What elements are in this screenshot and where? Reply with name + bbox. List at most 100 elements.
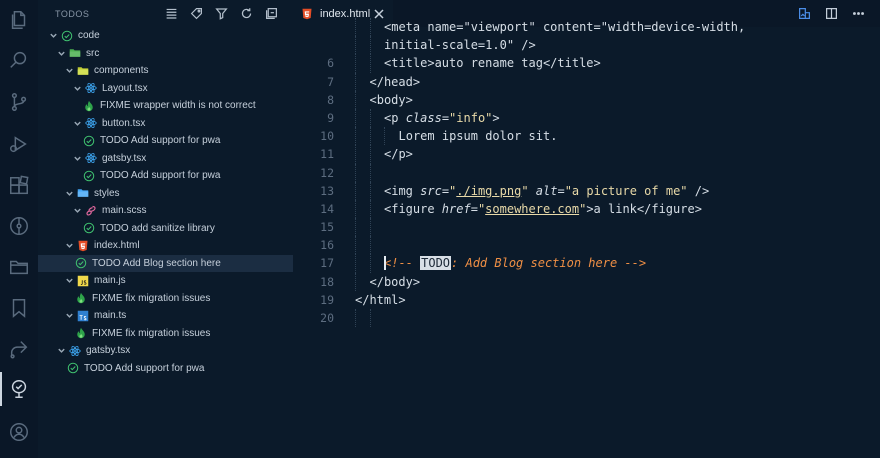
project-folder-icon[interactable] bbox=[7, 255, 31, 279]
chevron-down-icon[interactable] bbox=[64, 276, 74, 286]
tree-folder-item[interactable]: src bbox=[38, 45, 293, 63]
tree-item-label: TODO Add Blog section here bbox=[92, 257, 221, 269]
tree-item-label: FIXME fix migration issues bbox=[92, 292, 211, 304]
code-token: Lorem ipsum dolor sit. bbox=[398, 129, 558, 144]
tree-file-item[interactable]: gatsby.tsx bbox=[38, 150, 293, 168]
line-number: 16 bbox=[320, 238, 334, 253]
todo-item[interactable]: FIXME wrapper width is not correct bbox=[38, 97, 293, 115]
code-line: <meta name="viewport" content="width=dev… bbox=[293, 18, 880, 37]
todo-item[interactable]: TODO Add support for pwa bbox=[38, 360, 293, 378]
indent-guide bbox=[369, 199, 371, 219]
indent-guide bbox=[355, 163, 356, 182]
tag-filter-icon[interactable] bbox=[189, 6, 204, 21]
code-line: 8 <body> bbox=[293, 90, 880, 109]
source-control-icon[interactable] bbox=[7, 90, 31, 114]
code-token: src bbox=[420, 183, 442, 198]
code-line: 13 <img src="./img.png" alt="a picture of… bbox=[293, 181, 880, 200]
bookmark-icon[interactable] bbox=[7, 296, 31, 320]
todo-tree-sidebar: TODOS code src components Layout.tsx FIXME w… bbox=[38, 0, 293, 458]
tree-file-item[interactable]: gatsby.tsx bbox=[38, 342, 293, 360]
tree-file-item[interactable]: main.scss bbox=[38, 202, 293, 220]
collapse-all-icon[interactable] bbox=[264, 6, 279, 21]
todo-item[interactable]: FIXME fix migration issues bbox=[38, 325, 293, 343]
chevron-down-icon[interactable] bbox=[48, 31, 58, 41]
todo-item[interactable]: TODO Add support for pwa bbox=[38, 167, 293, 185]
tree-file-item[interactable]: main.js bbox=[38, 272, 293, 290]
code-token: </body> bbox=[369, 274, 421, 289]
code-text: </p> bbox=[384, 145, 413, 163]
code-text: <img src="./img.png" alt="a picture of m… bbox=[384, 182, 709, 200]
filter-icon[interactable] bbox=[214, 6, 229, 21]
indent-guide bbox=[369, 218, 371, 237]
tree-file-item[interactable]: Layout.tsx bbox=[38, 80, 293, 98]
code-line: 20 bbox=[293, 309, 880, 328]
account-icon[interactable] bbox=[7, 420, 31, 444]
code-line: 11 </p> bbox=[293, 145, 880, 164]
code-text: initial-scale=1.0" /> bbox=[384, 36, 536, 54]
indent-guide bbox=[355, 54, 356, 73]
tree-item-label: button.tsx bbox=[102, 117, 146, 129]
code-line: 10 Lorem ipsum dolor sit. bbox=[293, 127, 880, 146]
chevron-down-icon[interactable] bbox=[72, 206, 82, 216]
react-icon bbox=[84, 117, 97, 130]
code-token: TODO bbox=[420, 256, 452, 271]
todo-tree: code src components Layout.tsx FIXME wrapper… bbox=[38, 27, 293, 377]
code-editor[interactable]: <meta name="viewport" content="width=dev… bbox=[293, 18, 880, 328]
todo-item[interactable]: TODO Add Blog section here bbox=[38, 254, 293, 272]
code-text: </html> bbox=[355, 291, 406, 309]
chevron-down-icon[interactable] bbox=[72, 83, 82, 93]
chevron-down-icon[interactable] bbox=[72, 153, 82, 163]
tree-folder-item[interactable]: styles bbox=[38, 185, 293, 203]
chevron-down-icon[interactable] bbox=[64, 66, 74, 76]
code-token: <title>auto rename tag</title> bbox=[384, 56, 601, 71]
line-number: 19 bbox=[320, 292, 334, 307]
line-number: 11 bbox=[320, 147, 334, 162]
tree-view-icon[interactable] bbox=[164, 6, 179, 21]
code-token: = bbox=[441, 110, 450, 125]
typescript-icon bbox=[76, 309, 89, 322]
javascript-icon bbox=[76, 274, 89, 287]
code-token: ./img.png bbox=[456, 183, 522, 198]
chevron-down-icon[interactable] bbox=[72, 118, 82, 128]
indent-guide bbox=[355, 145, 356, 164]
line-number: 9 bbox=[327, 110, 334, 125]
explorer-files-icon[interactable] bbox=[7, 8, 31, 32]
todo-item[interactable]: FIXME fix migration issues bbox=[38, 290, 293, 308]
code-token: <meta name="viewport" content="width=dev… bbox=[384, 20, 746, 34]
remote-share-icon[interactable] bbox=[7, 337, 31, 361]
tree-file-item[interactable]: button.tsx bbox=[38, 115, 293, 133]
indent-guide bbox=[355, 108, 356, 128]
chevron-down-icon[interactable] bbox=[64, 311, 74, 321]
chevron-down-icon[interactable] bbox=[64, 188, 74, 198]
todo-tree-icon[interactable] bbox=[7, 377, 31, 401]
run-debug-icon[interactable] bbox=[7, 132, 31, 156]
gitlens-icon[interactable] bbox=[7, 214, 31, 238]
indent-guide bbox=[355, 236, 356, 255]
tree-file-item[interactable]: main.ts bbox=[38, 307, 293, 325]
refresh-icon[interactable] bbox=[239, 6, 254, 21]
react-icon bbox=[84, 82, 97, 95]
tree-folder-item[interactable]: components bbox=[38, 62, 293, 80]
sidebar-title: TODOS bbox=[55, 9, 90, 19]
tree-item-label: src bbox=[86, 47, 100, 59]
tree-file-item[interactable]: index.html bbox=[38, 237, 293, 255]
tree-folder-item[interactable]: code bbox=[38, 27, 293, 45]
code-text: <meta name="viewport" content="width=dev… bbox=[384, 18, 745, 36]
line-number: 8 bbox=[327, 92, 334, 107]
code-line: 15 bbox=[293, 218, 880, 237]
chevron-down-icon[interactable] bbox=[64, 241, 74, 251]
code-token: = bbox=[441, 183, 450, 198]
todo-item[interactable]: TODO Add support for pwa bbox=[38, 132, 293, 150]
search-icon[interactable] bbox=[7, 48, 31, 72]
indent-guide bbox=[369, 127, 371, 146]
todo-item[interactable]: TODO add sanitize library bbox=[38, 220, 293, 238]
code-token: > bbox=[492, 110, 500, 125]
extensions-icon[interactable] bbox=[7, 174, 31, 198]
folder-src-icon bbox=[68, 47, 81, 60]
chevron-down-icon[interactable] bbox=[56, 48, 66, 58]
line-number: 10 bbox=[320, 129, 334, 144]
chevron-down-icon[interactable] bbox=[56, 346, 66, 356]
code-line: 19 </html> bbox=[293, 291, 880, 309]
code-line: 18 </body> bbox=[293, 272, 880, 291]
indent-guide bbox=[369, 181, 371, 200]
